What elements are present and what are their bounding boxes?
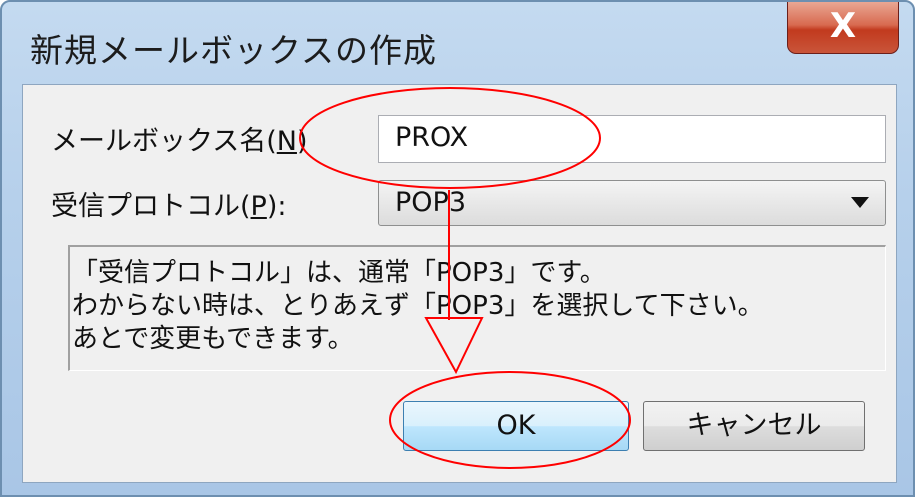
- mailbox-name-value: PROX: [395, 122, 469, 153]
- dropdown-arrow-icon[interactable]: [851, 197, 869, 208]
- dialog-body: メールボックス名(N) PROX 受信プロトコル(P): POP3 「受信プロト…: [22, 84, 897, 483]
- protocol-select[interactable]: POP3: [378, 180, 886, 226]
- info-line: わからない時は、とりあえず「POP3」を選択して下さい。: [72, 291, 764, 321]
- close-icon: X: [829, 6, 857, 46]
- close-button[interactable]: X: [787, 2, 899, 54]
- mailbox-name-input[interactable]: PROX: [378, 115, 886, 163]
- cancel-button[interactable]: キャンセル: [643, 401, 865, 451]
- info-line: あとで変更もできます。: [72, 324, 354, 354]
- dialog-title: 新規メールボックスの作成: [30, 31, 438, 70]
- dialog-window: 新規メールボックスの作成 X メールボックス名(N) PROX 受信プロトコル(…: [0, 0, 915, 497]
- ok-button[interactable]: OK: [403, 401, 629, 451]
- info-text-box: 「受信プロトコル」は、通常「POP3」です。 わからない時は、とりあえず「POP…: [68, 245, 886, 371]
- info-line: 「受信プロトコル」は、通常「POP3」です。: [72, 258, 606, 288]
- protocol-selected-value: POP3: [395, 187, 466, 218]
- mailbox-name-label: メールボックス名(N): [51, 126, 308, 157]
- protocol-label: 受信プロトコル(P):: [51, 191, 287, 222]
